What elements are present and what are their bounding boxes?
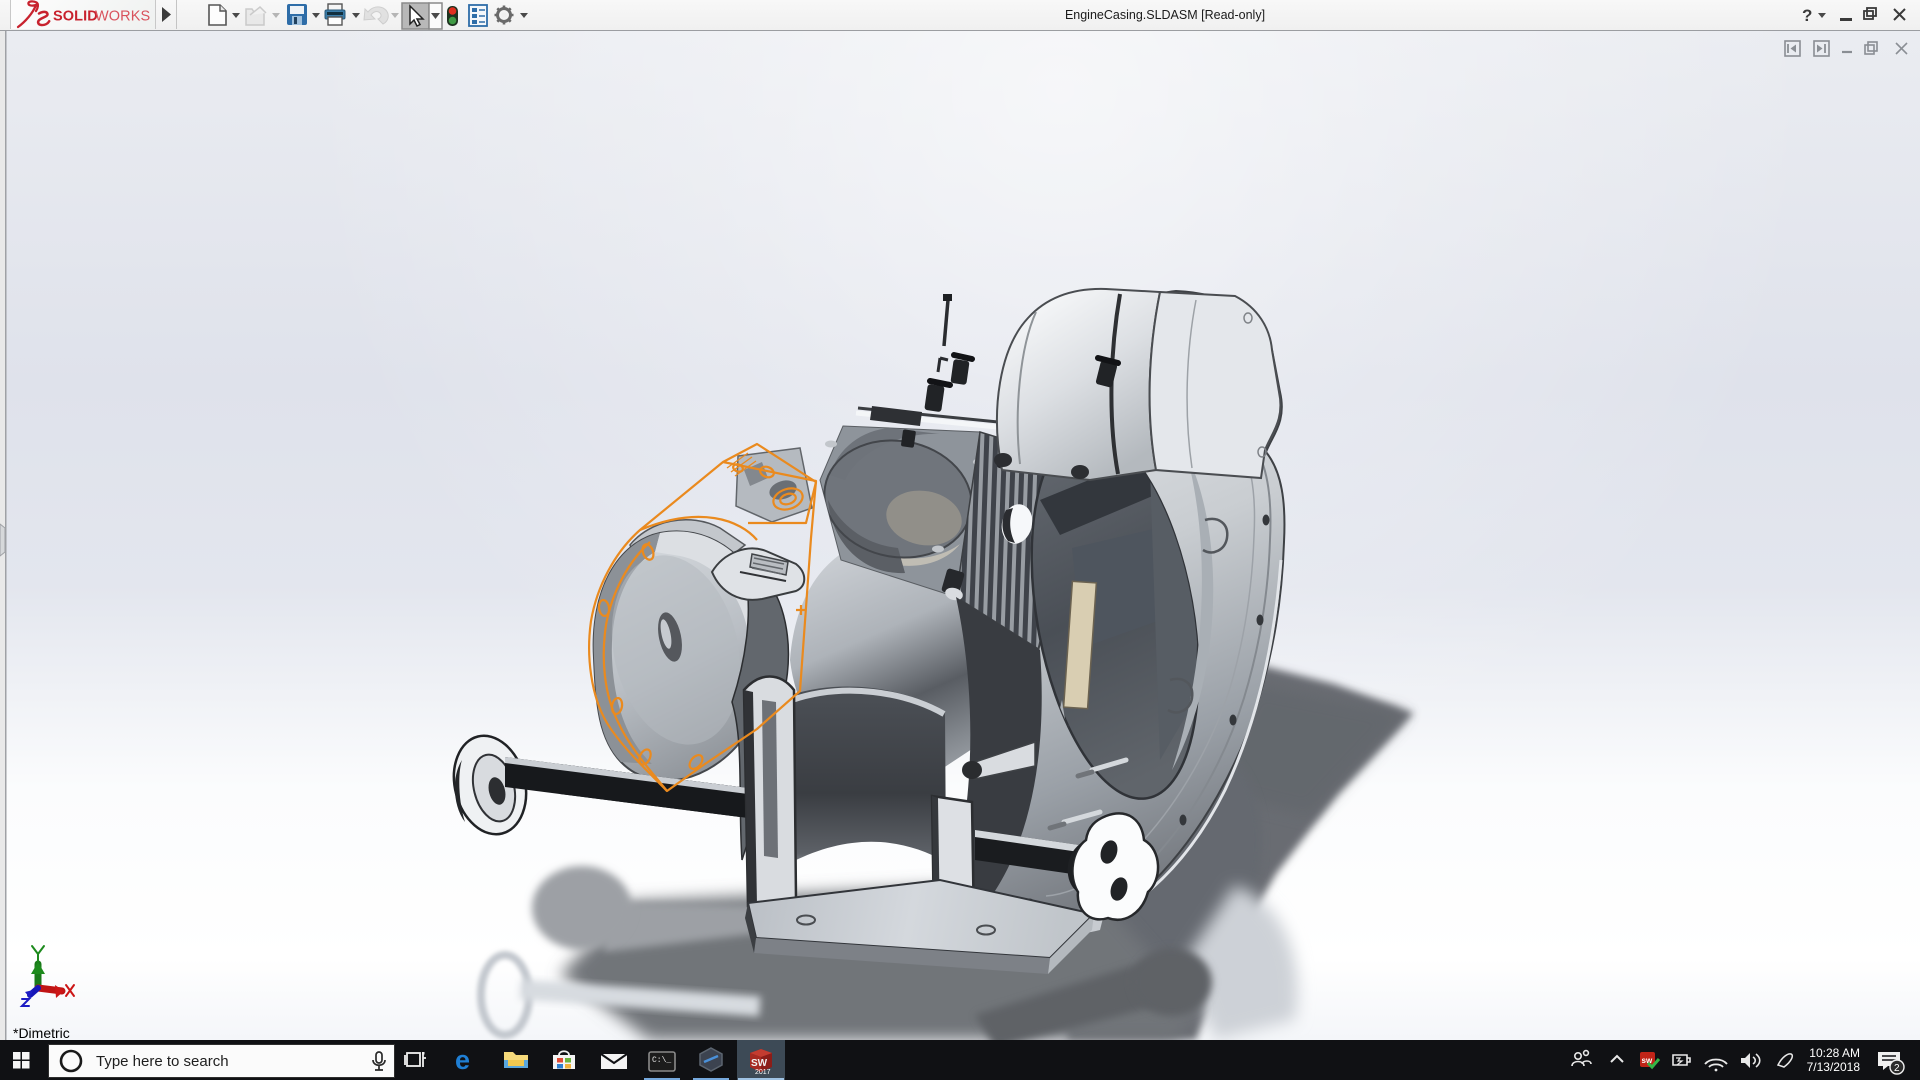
svg-text:?: ? xyxy=(1802,6,1812,25)
svg-text:SW: SW xyxy=(751,1058,768,1069)
svg-text:2: 2 xyxy=(1894,1063,1900,1074)
svg-text:sw: sw xyxy=(1642,1056,1653,1065)
svg-text:e: e xyxy=(455,1045,470,1075)
svg-text:SOLID: SOLID xyxy=(53,9,98,25)
svg-text:2017: 2017 xyxy=(755,1069,771,1076)
svg-text:WORKS: WORKS xyxy=(95,9,150,25)
svg-text:C:\_: C:\_ xyxy=(652,1056,671,1065)
